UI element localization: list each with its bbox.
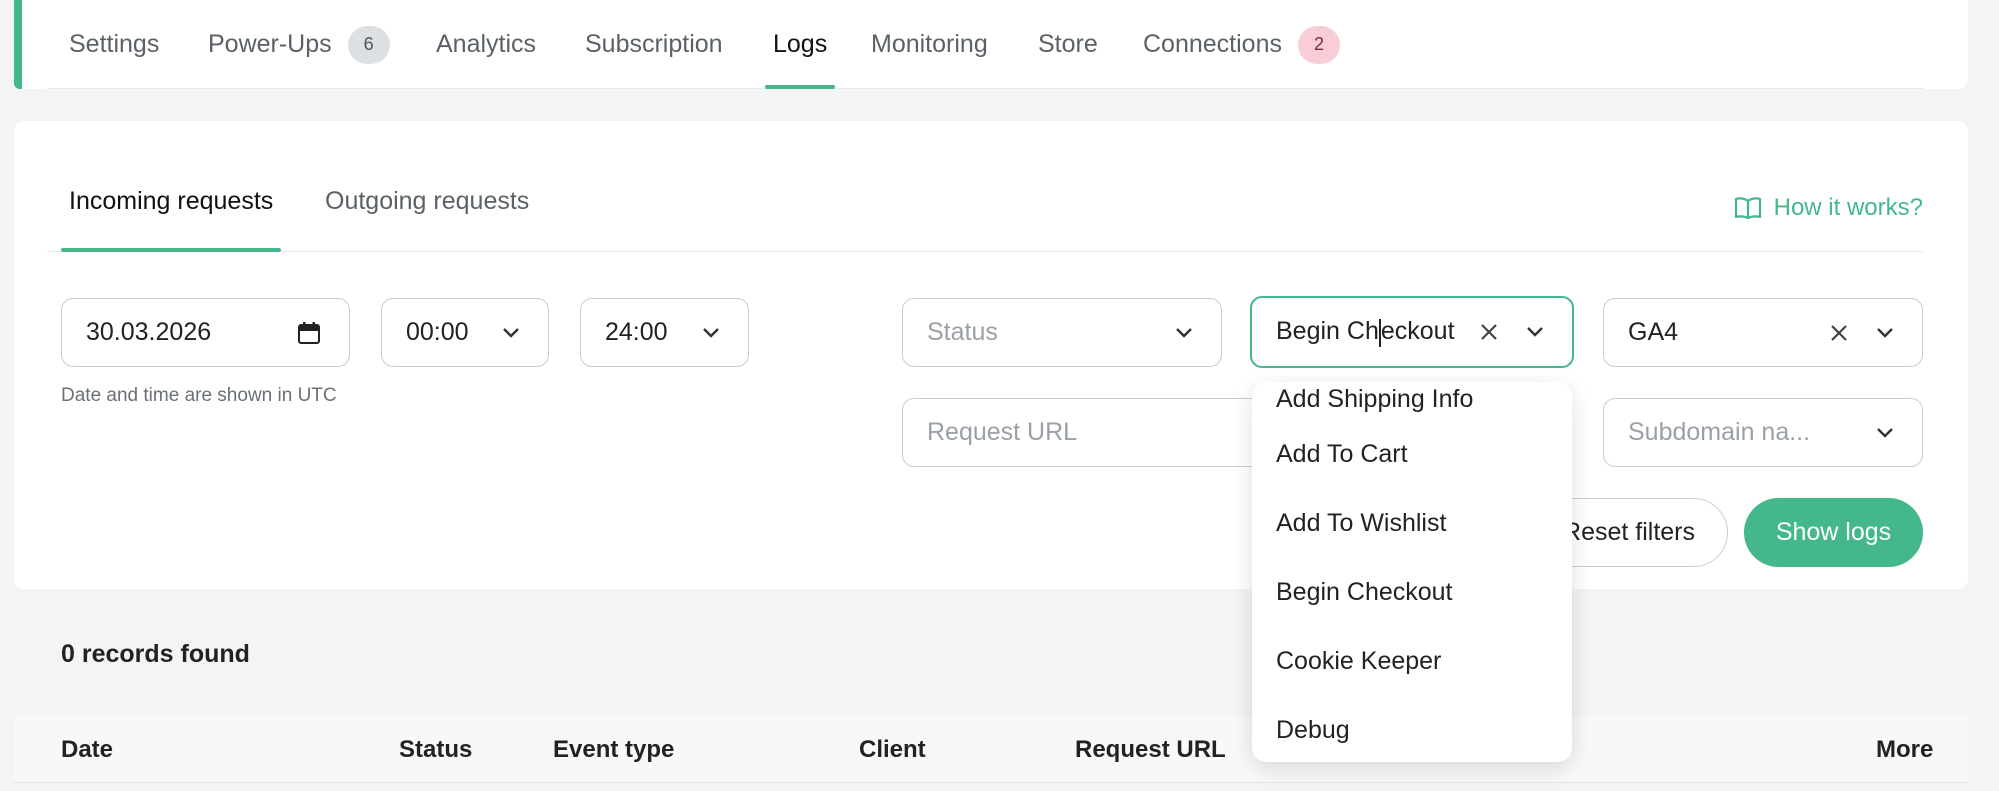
date-value: 30.03.2026 [86, 318, 212, 346]
records-count: 0 records found [61, 640, 250, 668]
column-header-status[interactable]: Status [399, 716, 472, 783]
status-select[interactable]: Status [902, 298, 1222, 367]
dropdown-option[interactable]: Debug [1276, 696, 1350, 762]
request-url-placeholder: Request URL [927, 418, 1078, 446]
request-url-input[interactable]: Request URL [902, 398, 1262, 467]
client-value: GA4 [1628, 318, 1679, 346]
clear-icon[interactable] [1830, 324, 1848, 342]
chevron-down-icon[interactable] [1876, 327, 1894, 339]
tab-incoming-requests[interactable]: Incoming requests [61, 150, 282, 252]
active-subtab-indicator [61, 248, 282, 252]
tab-connections[interactable]: Connections 2 [1143, 0, 1340, 89]
table-header [14, 716, 1968, 783]
dropdown-option[interactable]: Begin Checkout [1276, 558, 1453, 627]
subtab-label: Incoming requests [69, 186, 274, 215]
subtab-label: Outgoing requests [325, 186, 530, 215]
tab-label: Monitoring [871, 30, 988, 58]
active-tab-indicator [765, 85, 836, 89]
tab-label: Subscription [585, 30, 723, 58]
chevron-down-icon [1877, 427, 1893, 438]
count-badge: 2 [1297, 25, 1340, 64]
tab-label: Logs [773, 30, 828, 58]
how-it-works-link[interactable]: How it works? [1734, 194, 1923, 222]
time-from-select[interactable]: 00:00 [381, 298, 549, 367]
tab-label: Power-Ups [208, 30, 332, 58]
tab-label: Settings [69, 30, 160, 58]
column-header-more[interactable]: More [1876, 716, 1933, 783]
accent-bar [14, 0, 22, 89]
chevron-down-icon [703, 327, 719, 338]
time-from-value: 00:00 [406, 318, 469, 346]
how-it-works-label: How it works? [1773, 194, 1923, 221]
tab-logs[interactable]: Logs [765, 0, 836, 89]
event-type-text-before-caret: Begin Ch [1276, 317, 1379, 346]
tab-subscription[interactable]: Subscription [585, 0, 723, 89]
timezone-hint: Date and time are shown in UTC [61, 385, 337, 406]
event-type-dropdown: Add Shipping Info Add To Cart Add To Wis… [1252, 382, 1572, 762]
time-to-value: 24:00 [605, 318, 668, 346]
dropdown-option[interactable]: Add To Wishlist [1276, 489, 1446, 558]
time-to-select[interactable]: 24:00 [580, 298, 749, 367]
date-input[interactable]: 30.03.2026 [61, 298, 350, 367]
request-subtabs: Incoming requests Outgoing requests [47, 150, 1923, 252]
tab-power-ups[interactable]: Power-Ups 6 [208, 0, 390, 89]
tab-store[interactable]: Store [1038, 0, 1098, 89]
calendar-icon[interactable] [297, 321, 321, 345]
main-nav: Settings Power-Ups 6 Analytics Subscript… [47, 0, 1923, 89]
column-header-request-url[interactable]: Request URL [1075, 716, 1226, 783]
client-select[interactable]: GA4 [1603, 298, 1923, 367]
subdomain-select[interactable]: Subdomain na... [1603, 398, 1923, 467]
dropdown-option[interactable]: Cookie Keeper [1276, 627, 1441, 696]
tab-monitoring[interactable]: Monitoring [871, 0, 988, 89]
subdomain-placeholder: Subdomain na... [1628, 418, 1811, 446]
clear-icon[interactable] [1480, 323, 1498, 341]
tab-label: Connections [1143, 30, 1282, 58]
tab-label: Analytics [436, 30, 537, 58]
dropdown-option[interactable]: Add To Cart [1276, 420, 1408, 489]
column-header-client[interactable]: Client [859, 716, 926, 783]
show-logs-button[interactable]: Show logs [1744, 498, 1923, 567]
status-placeholder: Status [927, 318, 998, 346]
event-type-value: Begin Checkout [1276, 317, 1455, 347]
tab-label: Store [1038, 30, 1098, 58]
tab-settings[interactable]: Settings [69, 0, 159, 89]
column-header-date[interactable]: Date [61, 716, 113, 783]
tab-outgoing-requests[interactable]: Outgoing requests [325, 150, 529, 252]
chevron-down-icon[interactable] [1526, 326, 1544, 338]
book-open-icon [1734, 197, 1761, 220]
event-type-select[interactable]: Begin Checkout [1250, 296, 1574, 368]
column-header-event-type[interactable]: Event type [553, 716, 674, 783]
count-badge: 6 [347, 25, 390, 64]
event-type-text-after-caret: eckout [1380, 317, 1455, 346]
chevron-down-icon [1176, 327, 1192, 338]
chevron-down-icon [503, 327, 519, 338]
tab-analytics[interactable]: Analytics [436, 0, 536, 89]
